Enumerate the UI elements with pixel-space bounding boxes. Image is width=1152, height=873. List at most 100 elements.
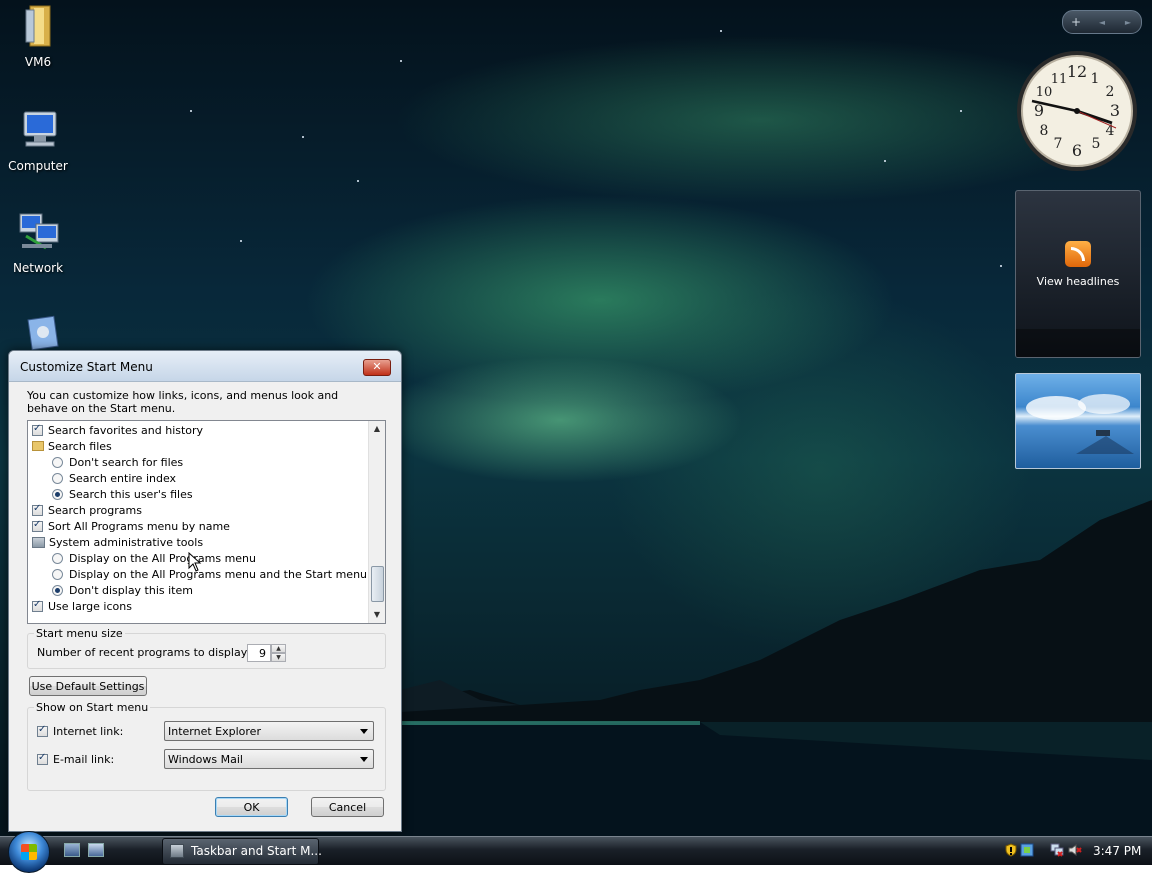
desktop-icon-network[interactable]: Network [0, 210, 76, 275]
checkbox-checked[interactable] [32, 503, 43, 516]
option-search-files: Search files [32, 438, 112, 454]
spinner-up-icon[interactable]: ▲ [271, 644, 286, 653]
radio-button[interactable] [52, 472, 63, 484]
desktop-icon-label: VM6 [24, 55, 52, 69]
radio-button-selected[interactable] [52, 488, 63, 500]
close-button[interactable]: ✕ [363, 359, 391, 376]
option-label: Search files [48, 439, 112, 453]
radio-button[interactable] [52, 552, 63, 564]
option-label: Don't search for files [69, 455, 184, 469]
option-display-all-programs[interactable]: Display on the All Programs menu [52, 550, 256, 566]
email-link-dropdown[interactable]: Windows Mail [164, 749, 374, 769]
desktop-icon-vm6[interactable]: VM6 [0, 4, 76, 69]
internet-link-value: Internet Explorer [168, 725, 261, 738]
checkbox-checked[interactable] [32, 599, 43, 612]
slideshow-image [1026, 394, 1134, 454]
clock-number: 10 [1036, 85, 1053, 100]
feed-headlines-gadget[interactable]: View headlines [1015, 190, 1141, 358]
option-display-all-programs-and-start[interactable]: Display on the All Programs menu and the… [52, 566, 367, 582]
scroll-up-arrow-icon[interactable]: ▲ [369, 421, 385, 437]
mouse-cursor-icon [188, 552, 202, 572]
radio-button[interactable] [52, 456, 63, 468]
slideshow-gadget[interactable] [1015, 373, 1141, 469]
spinner-down-icon[interactable]: ▼ [271, 653, 286, 662]
internet-link-dropdown[interactable]: Internet Explorer [164, 721, 374, 741]
cancel-button[interactable]: Cancel [311, 797, 384, 817]
clock-number: 2 [1106, 84, 1115, 100]
view-headlines-link[interactable]: View headlines [1016, 275, 1140, 288]
scroll-thumb[interactable] [371, 566, 384, 602]
option-dont-display[interactable]: Don't display this item [52, 582, 193, 598]
option-sort-all-programs[interactable]: Sort All Programs menu by name [32, 518, 230, 534]
clock-number: 6 [1072, 141, 1082, 160]
next-page-button[interactable]: ► [1115, 18, 1141, 27]
dialog-titlebar[interactable]: Customize Start Menu ✕ [9, 351, 401, 382]
option-dont-search-files[interactable]: Don't search for files [52, 454, 183, 470]
volume-muted-icon[interactable] [1068, 843, 1082, 857]
folder-icon [25, 5, 51, 47]
switch-windows-icon[interactable] [88, 843, 104, 857]
option-label: Sort All Programs menu by name [48, 519, 230, 533]
desktop-icon-computer[interactable]: Computer [0, 108, 76, 173]
checkbox-checked[interactable] [32, 519, 43, 532]
windows-update-icon[interactable] [1020, 843, 1034, 857]
option-label: Search programs [48, 503, 142, 517]
option-label: Search this user's files [69, 487, 193, 501]
taskbar-clock[interactable]: 3:47 PM [1093, 844, 1141, 858]
dialog-title: Customize Start Menu [20, 360, 153, 374]
taskbar-button-taskbar-and-start-menu[interactable]: Taskbar and Start M... [162, 838, 322, 865]
option-label: Display on the All Programs menu and the… [69, 567, 368, 581]
option-label: Don't display this item [69, 583, 193, 597]
option-label: Display on the All Programs menu [69, 551, 256, 565]
security-shield-icon[interactable] [1004, 843, 1018, 857]
customize-start-menu-dialog: Customize Start Menu ✕ You can customize… [8, 350, 402, 832]
option-label: Search favorites and history [48, 423, 204, 437]
dropdown-arrow-icon [360, 729, 368, 734]
option-use-large-icons[interactable]: Use large icons [32, 598, 132, 614]
use-default-settings-button[interactable]: Use Default Settings [29, 676, 147, 696]
clock-gadget[interactable]: 12 1 2 3 4 5 6 7 8 9 10 11 [1014, 48, 1140, 174]
options-list[interactable]: Search favorites and history Search file… [27, 420, 386, 624]
show-desktop-icon[interactable] [64, 843, 80, 857]
previous-page-button[interactable]: ◄ [1089, 18, 1115, 27]
admin-tools-icon [32, 536, 45, 548]
scroll-down-arrow-icon[interactable]: ▼ [369, 607, 385, 623]
start-button[interactable] [8, 831, 50, 873]
clock-number: 11 [1051, 72, 1068, 87]
network-icon [19, 213, 59, 250]
desktop-icon-label: Computer [8, 159, 68, 173]
network-status-icon[interactable] [1050, 843, 1064, 857]
email-link-label: E-mail link: [53, 752, 115, 766]
taskbar: Taskbar and Start M... 3:47 PM [0, 831, 1152, 873]
ok-button[interactable]: OK [215, 797, 288, 817]
internet-link-checkbox[interactable] [37, 724, 48, 737]
checkbox-checked[interactable] [32, 423, 43, 436]
option-search-programs[interactable]: Search programs [32, 502, 142, 518]
sidebar-controls: + ◄ ► [1062, 10, 1142, 34]
clock-number: 1 [1091, 71, 1100, 87]
dialog-description: You can customize how links, icons, and … [27, 389, 339, 415]
internet-link-label: Internet link: [53, 724, 124, 738]
option-search-user-files[interactable]: Search this user's files [52, 486, 193, 502]
recent-programs-spinner[interactable]: 9 ▲ ▼ [247, 644, 287, 662]
clock-number: 12 [1067, 62, 1087, 81]
email-link-option[interactable]: E-mail link: [37, 751, 114, 767]
radio-button-selected[interactable] [52, 584, 63, 596]
option-label: Use large icons [48, 599, 132, 613]
option-search-favorites[interactable]: Search favorites and history [32, 422, 203, 438]
computer-icon [23, 111, 57, 147]
recent-programs-value[interactable]: 9 [247, 644, 271, 662]
option-search-entire-index[interactable]: Search entire index [52, 470, 176, 486]
start-menu-size-label: Start menu size [34, 627, 125, 640]
email-link-checkbox[interactable] [37, 752, 48, 765]
email-link-value: Windows Mail [168, 753, 243, 766]
option-label: Search entire index [69, 471, 177, 485]
clock-number: 8 [1040, 123, 1049, 139]
internet-link-option[interactable]: Internet link: [37, 723, 123, 739]
option-label: System administrative tools [49, 535, 204, 549]
options-scrollbar[interactable]: ▲ ▼ [368, 421, 385, 623]
recent-programs-label: Number of recent programs to display: [37, 646, 251, 659]
radio-button[interactable] [52, 568, 63, 580]
add-gadget-button[interactable]: + [1063, 15, 1089, 29]
taskbar-button-label: Taskbar and Start M... [191, 844, 322, 858]
